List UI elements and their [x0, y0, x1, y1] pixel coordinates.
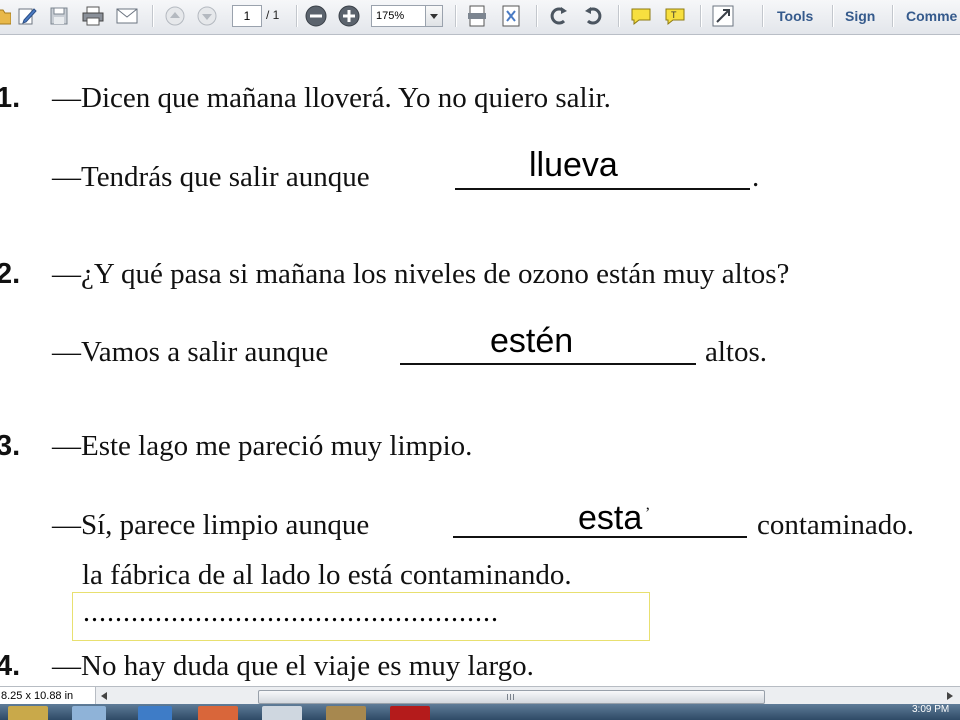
horizontal-scrollbar[interactable] [96, 689, 960, 704]
item-response: —Vamos a salir aunque [52, 336, 329, 368]
fit-width-icon[interactable] [466, 4, 488, 28]
document-page: 1. —Dicen que mañana lloverá. Yo no quie… [0, 35, 960, 686]
separator [296, 5, 298, 27]
answer-text[interactable]: esta [578, 499, 642, 537]
item-prompt: —Dicen que mañana lloverá. Yo no quiero … [52, 82, 611, 114]
fit-page-icon[interactable] [500, 4, 522, 28]
scroll-right-icon[interactable] [942, 689, 958, 703]
save-icon[interactable] [48, 4, 70, 28]
item-number: 3. [0, 430, 21, 462]
item-response: —Tendrás que salir aunque [52, 161, 370, 193]
clock: 3:09 PM [912, 704, 950, 715]
scroll-left-icon[interactable] [96, 689, 112, 703]
browser-icon[interactable] [138, 706, 172, 720]
item-number: 2. [0, 258, 21, 290]
answer-blank [455, 188, 750, 190]
email-icon[interactable] [116, 4, 138, 28]
pdf-reader-icon[interactable] [390, 706, 430, 720]
dotted-line: ........................................… [83, 597, 499, 628]
separator [892, 5, 894, 27]
separator [762, 5, 764, 27]
rotate-cw-icon[interactable] [582, 4, 604, 28]
item-response: —Sí, parece limpio aunque [52, 509, 370, 541]
separator [152, 5, 154, 27]
chevron-down-icon[interactable] [425, 6, 442, 26]
item-prompt: —No hay duda que el viaje es muy largo. [52, 650, 534, 682]
item-response-end: contaminado. [757, 509, 915, 541]
item-prompt: —¿Y qué pasa si mañana los niveles de oz… [52, 258, 790, 290]
zoom-in-icon[interactable] [338, 4, 360, 28]
page-size: 8.25 x 10.88 in [0, 687, 96, 705]
print-icon[interactable] [82, 4, 104, 28]
zoom-value: 175% [376, 10, 405, 22]
svg-text:T: T [671, 10, 677, 20]
presentation-icon[interactable] [198, 706, 238, 720]
page-total: / 1 [266, 8, 280, 22]
highlight-icon[interactable]: T [664, 4, 686, 28]
comment-icon[interactable] [630, 4, 652, 28]
page-up-icon[interactable] [164, 4, 186, 28]
item-prompt: —Este lago me pareció muy limpio. [52, 430, 473, 462]
answer-text[interactable]: estén [490, 322, 573, 360]
folder-icon[interactable] [8, 706, 48, 720]
toolbar: 1 / 1 175% T Tools Sign Comme [0, 0, 960, 35]
open-icon[interactable] [0, 4, 12, 28]
separator [455, 5, 457, 27]
answer-text[interactable]: llueva [529, 146, 618, 184]
separator [700, 5, 702, 27]
item-response-end: altos. [705, 336, 768, 368]
page-number-input[interactable]: 1 [232, 5, 262, 27]
tools-button[interactable]: Tools [777, 6, 813, 26]
media-icon[interactable] [72, 706, 106, 720]
dotted-answer-box[interactable]: ........................................… [72, 592, 650, 641]
rotate-ccw-icon[interactable] [548, 4, 570, 28]
calculator-icon[interactable] [326, 706, 366, 720]
comment-button[interactable]: Comme [906, 6, 957, 26]
zoom-select[interactable]: 175% [371, 5, 443, 27]
separator [832, 5, 834, 27]
zoom-out-icon[interactable] [305, 4, 327, 28]
answer-mark: ’ [645, 505, 651, 522]
page-down-icon[interactable] [196, 4, 218, 28]
answer-blank [400, 363, 696, 365]
item-number: 1. [0, 82, 21, 114]
fullscreen-icon[interactable] [712, 4, 734, 28]
item-continuation: la fábrica de al lado lo está contaminan… [82, 559, 572, 591]
status-bar: 8.25 x 10.88 in [0, 686, 960, 705]
grip-icon [507, 694, 515, 700]
taskbar: 3:09 PM [0, 704, 960, 720]
item-response-end: . [752, 161, 760, 193]
separator [536, 5, 538, 27]
separator [618, 5, 620, 27]
edit-icon[interactable] [16, 4, 38, 28]
app-icon[interactable] [262, 706, 302, 720]
item-number: 4. [0, 650, 21, 682]
sign-button[interactable]: Sign [845, 6, 875, 26]
scroll-thumb[interactable] [258, 690, 765, 704]
